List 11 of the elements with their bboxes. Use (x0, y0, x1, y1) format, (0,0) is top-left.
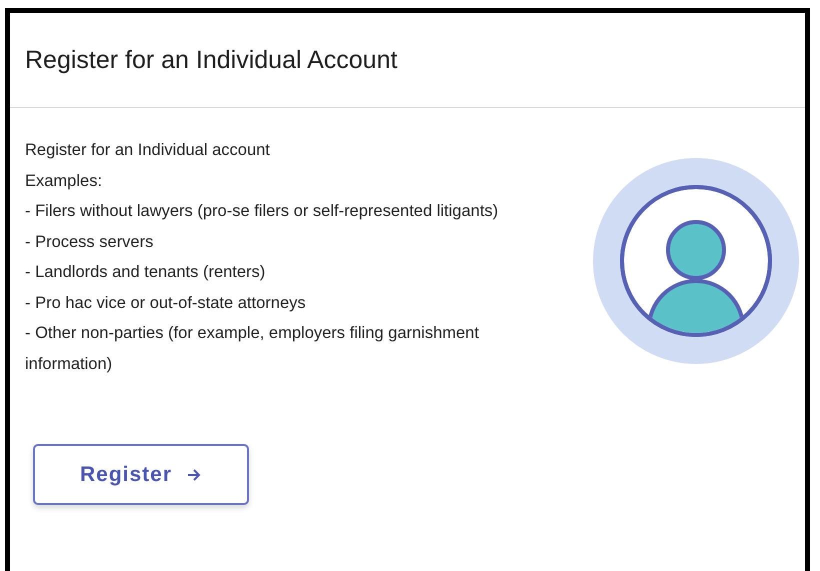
example-item: - Filers without lawyers (pro-se filers or self-represented litigants) (25, 201, 500, 222)
arrow-right-icon (186, 466, 202, 482)
example-item: - Landlords and tenants (renters) (25, 262, 266, 283)
user-avatar-icon (593, 158, 799, 364)
intro-text: Register for an Individual account (25, 140, 271, 161)
example-item: - Process servers (25, 232, 154, 252)
page-title: Register for an Individual Account (25, 46, 398, 74)
example-item: - Other non-parties (for example, employers filing garnishment information) (25, 323, 480, 374)
example-item: - Pro hac vice or out-of-state attorneys (25, 292, 307, 314)
register-button[interactable]: Register (33, 444, 249, 505)
examples-label: Examples: (25, 170, 104, 192)
